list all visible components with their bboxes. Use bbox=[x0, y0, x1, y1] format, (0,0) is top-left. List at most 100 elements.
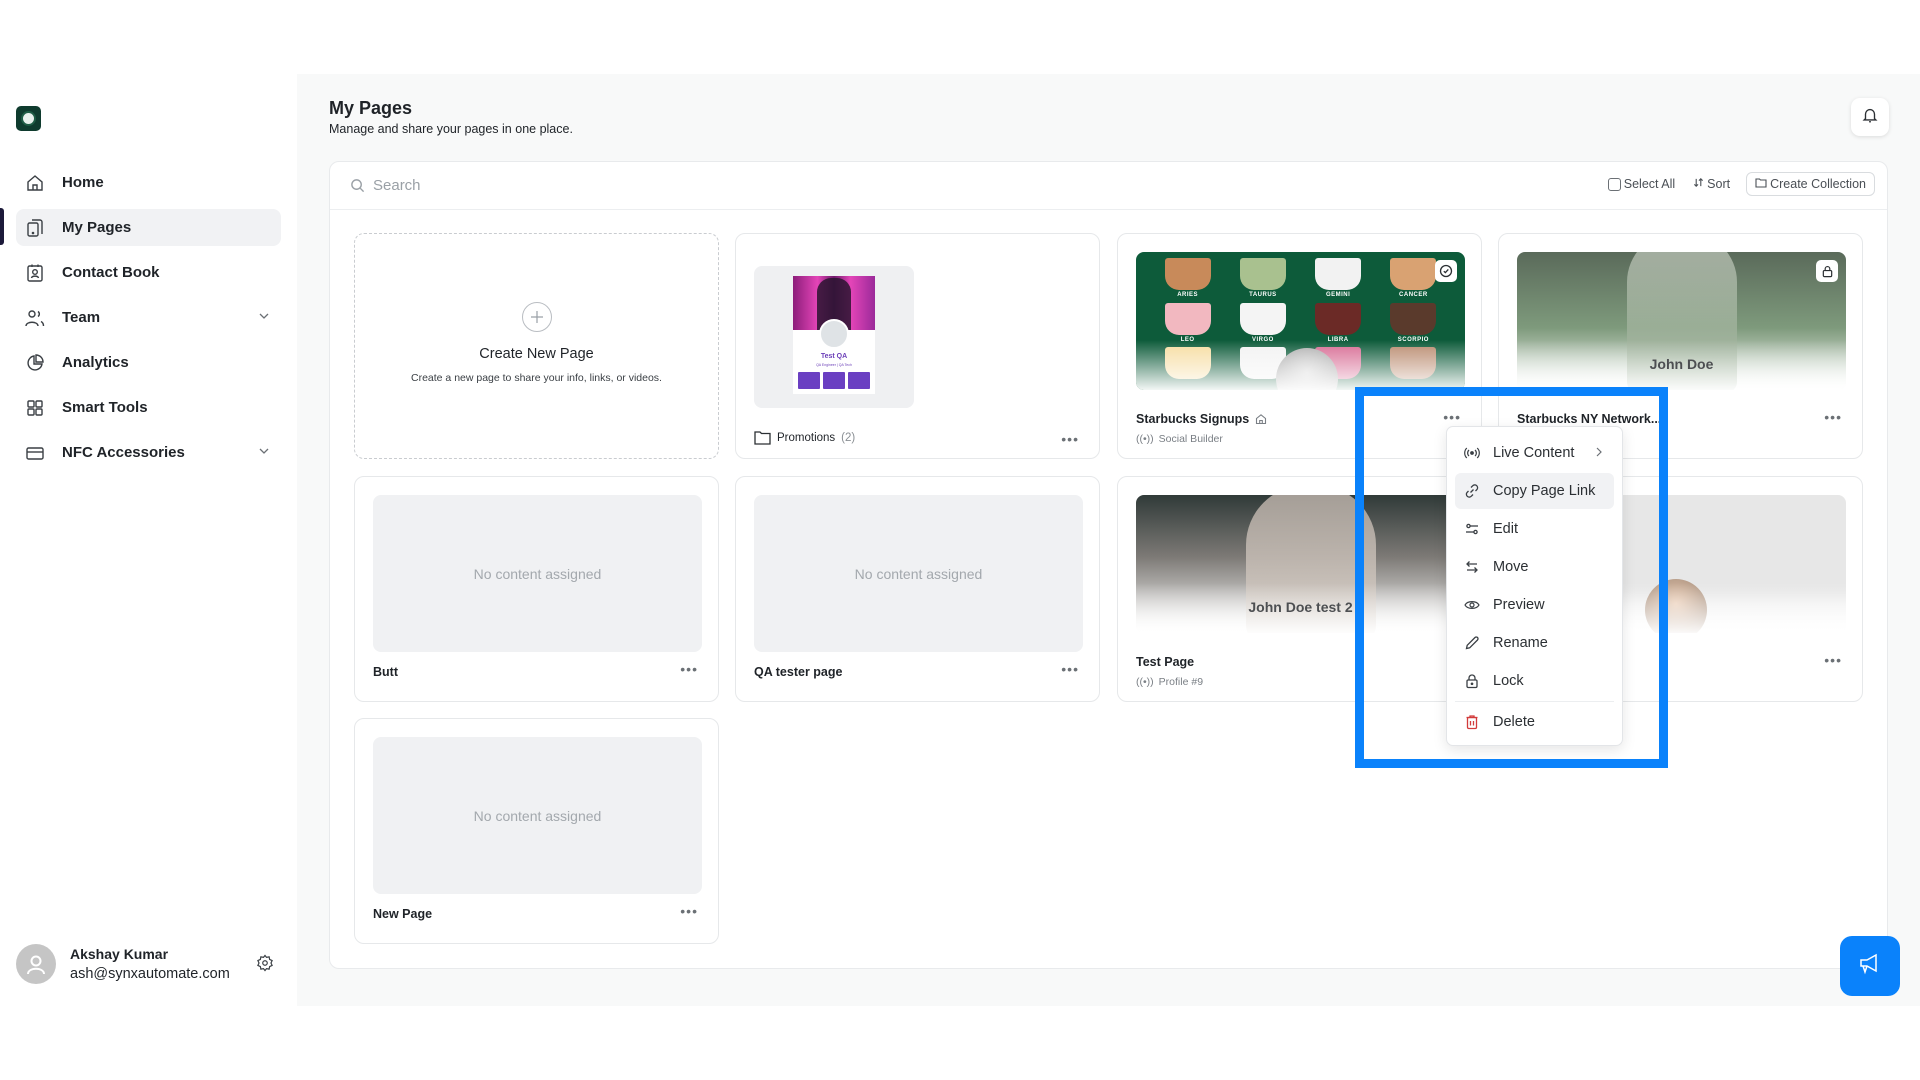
menu-item-move[interactable]: Move bbox=[1455, 549, 1614, 585]
more-options-button[interactable]: ••• bbox=[1061, 432, 1079, 446]
trash-icon bbox=[1463, 713, 1481, 731]
check-circle-icon[interactable] bbox=[1435, 260, 1457, 282]
starbucks-logo-icon bbox=[21, 111, 36, 126]
sidebar-item-analytics[interactable]: Analytics bbox=[16, 344, 281, 381]
menu-item-live-content[interactable]: Live Content bbox=[1455, 435, 1614, 471]
menu-item-delete[interactable]: Delete bbox=[1455, 704, 1614, 740]
page-name-text: Starbucks Signups bbox=[1136, 412, 1250, 426]
page-subtitle: Manage and share your pages in one place… bbox=[329, 122, 573, 136]
menu-item-preview[interactable]: Preview bbox=[1455, 587, 1614, 623]
preview-role: QA Engineer | QA Tech bbox=[816, 363, 852, 367]
zodiac-label: TAURUS bbox=[1249, 292, 1277, 298]
megaphone-icon bbox=[1858, 953, 1882, 980]
image-fade bbox=[1136, 340, 1465, 390]
card-icon bbox=[24, 442, 46, 464]
preview-buttons bbox=[798, 372, 870, 389]
more-options-button[interactable]: ••• bbox=[1061, 662, 1079, 676]
sidebar-item-nfc-accessories[interactable]: NFC Accessories bbox=[16, 434, 281, 471]
chevron-down-icon[interactable] bbox=[257, 309, 271, 327]
profile-image bbox=[819, 319, 849, 349]
empty-state-text: No content assigned bbox=[473, 565, 602, 582]
active-indicator bbox=[0, 208, 4, 245]
create-card-title: Create New Page bbox=[479, 346, 594, 362]
page-title: My Pages bbox=[329, 98, 413, 118]
page-subtitle-text: Profile #9 bbox=[1158, 676, 1204, 688]
sidebar-item-my-pages[interactable]: My Pages bbox=[16, 209, 281, 246]
gear-icon[interactable] bbox=[256, 954, 274, 977]
page-thumbnail: No content assigned bbox=[373, 737, 702, 894]
chevron-down-icon[interactable] bbox=[257, 444, 271, 462]
folder-icon bbox=[754, 430, 771, 445]
page-thumbnail: No content assigned bbox=[373, 495, 702, 652]
menu-item-copy-page-link[interactable]: Copy Page Link bbox=[1455, 473, 1614, 509]
create-collection-button[interactable]: Create Collection bbox=[1746, 172, 1875, 196]
page-card[interactable]: ARIES TAURUS GEMINI CANCER LEO VIRGO LIB… bbox=[1117, 233, 1482, 459]
checkbox-box[interactable] bbox=[1607, 177, 1621, 191]
page-card[interactable]: No content assigned New Page ••• bbox=[354, 718, 719, 944]
page-card[interactable]: No content assigned QA tester page ••• bbox=[735, 476, 1100, 702]
folder-count: (2) bbox=[841, 431, 856, 444]
create-card-description: Create a new page to share your info, li… bbox=[411, 372, 662, 384]
menu-item-label: Move bbox=[1493, 559, 1529, 575]
more-options-button[interactable]: ••• bbox=[680, 904, 698, 918]
select-all-label: Select All bbox=[1623, 177, 1676, 191]
cup-image: SCORPIO bbox=[1376, 301, 1451, 346]
pie-chart-icon bbox=[24, 352, 46, 374]
page-thumbnail: John Doe bbox=[1517, 252, 1846, 390]
message-button-preview bbox=[823, 372, 845, 389]
more-options-button[interactable]: ••• bbox=[1824, 410, 1842, 424]
avatar[interactable] bbox=[16, 944, 56, 984]
chevron-right-icon bbox=[1594, 446, 1604, 462]
context-menu: Live Content Copy Page Link Edit Move Pr… bbox=[1446, 426, 1623, 746]
overlay-name: John Doe test 2 bbox=[1248, 599, 1353, 615]
sidebar-item-smart-tools[interactable]: Smart Tools bbox=[16, 389, 281, 426]
page-name: Test Page bbox=[1136, 655, 1195, 669]
user-profile[interactable]: Akshay Kumar ash@synxautomate.com bbox=[16, 944, 281, 986]
broadcast-icon: ((•)) bbox=[1136, 433, 1154, 445]
sidebar-item-label: Contact Book bbox=[62, 264, 160, 281]
folder-label: Promotions (2) bbox=[754, 430, 855, 445]
lock-icon[interactable] bbox=[1816, 260, 1838, 282]
cup-image: GEMINI bbox=[1301, 256, 1376, 301]
page-card[interactable]: No content assigned Butt ••• bbox=[354, 476, 719, 702]
menu-item-label: Copy Page Link bbox=[1493, 483, 1596, 499]
folder-name: Promotions bbox=[777, 431, 836, 444]
page-name: Starbucks Signups bbox=[1136, 412, 1267, 426]
overlay-name: John Doe bbox=[1649, 356, 1714, 372]
more-options-button[interactable]: ••• bbox=[1443, 410, 1461, 424]
pencil-icon bbox=[1463, 634, 1481, 652]
broadcast-icon bbox=[1463, 444, 1481, 462]
page-thumbnail: No content assigned bbox=[754, 495, 1083, 652]
menu-item-edit[interactable]: Edit bbox=[1455, 511, 1614, 547]
page-subtitle: ((•)) Profile #9 bbox=[1136, 676, 1203, 688]
cup-image: ARIES bbox=[1150, 256, 1225, 301]
team-icon bbox=[24, 307, 46, 329]
home-icon bbox=[1255, 413, 1267, 425]
cup-image: LEO bbox=[1150, 301, 1225, 346]
sort-button[interactable]: Sort bbox=[1693, 177, 1730, 191]
menu-item-label: Rename bbox=[1493, 635, 1548, 651]
user-name: Akshay Kumar bbox=[70, 946, 169, 962]
menu-item-rename[interactable]: Rename bbox=[1455, 625, 1614, 661]
sidebar-item-home[interactable]: Home bbox=[16, 164, 281, 201]
page-card[interactable]: John Doe test 2 Test Page ((•)) Profile … bbox=[1117, 476, 1482, 702]
more-options-button[interactable]: ••• bbox=[1824, 653, 1842, 667]
page-subtitle: ((•)) Social Builder bbox=[1136, 433, 1223, 445]
folder-card-promotions[interactable]: Test QA QA Engineer | QA Tech Promotions… bbox=[735, 233, 1100, 459]
create-new-page-card[interactable]: Create New Page Create a new page to sha… bbox=[354, 233, 719, 459]
broadcast-icon: ((•)) bbox=[1136, 676, 1154, 688]
brand-logo[interactable] bbox=[16, 106, 41, 131]
cup-image: VIRGO bbox=[1225, 301, 1300, 346]
notifications-button[interactable] bbox=[1851, 98, 1889, 136]
search-input[interactable]: Search bbox=[350, 177, 421, 194]
sidebar-item-contact-book[interactable]: Contact Book bbox=[16, 254, 281, 291]
announcement-button[interactable] bbox=[1840, 936, 1900, 996]
select-all-checkbox[interactable]: Select All bbox=[1607, 177, 1676, 191]
menu-item-label: Preview bbox=[1493, 597, 1545, 613]
empty-state-text: No content assigned bbox=[473, 807, 602, 824]
more-options-button[interactable]: ••• bbox=[680, 662, 698, 676]
link-icon bbox=[1463, 482, 1481, 500]
contact-book-icon bbox=[24, 262, 46, 284]
menu-item-lock[interactable]: Lock bbox=[1455, 663, 1614, 699]
sidebar-item-team[interactable]: Team bbox=[16, 299, 281, 336]
